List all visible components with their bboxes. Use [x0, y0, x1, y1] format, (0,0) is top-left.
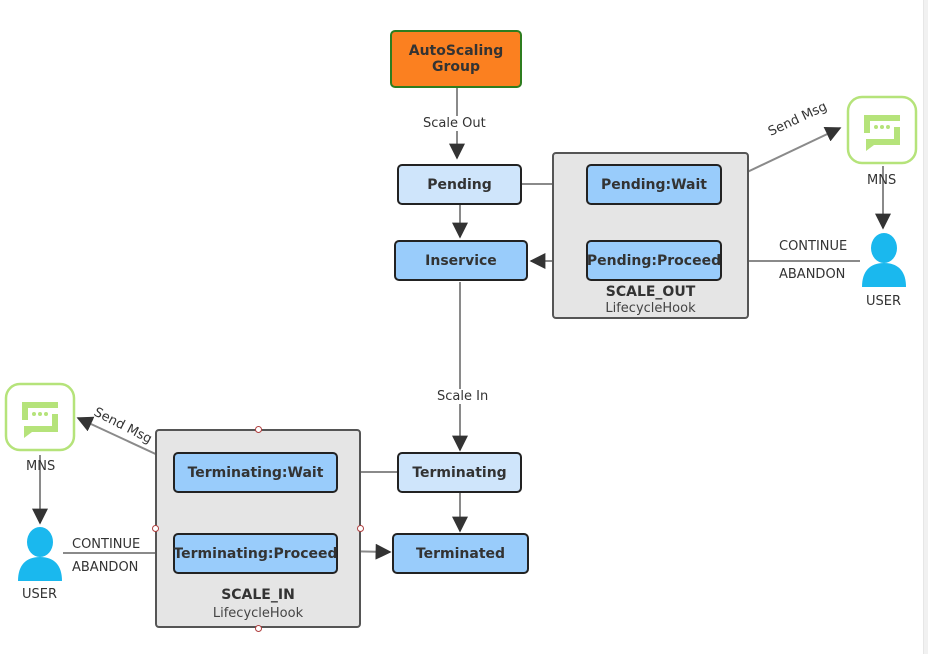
user-icon-left[interactable] — [16, 527, 64, 581]
resize-handle-bottom[interactable] — [255, 625, 262, 632]
mns-icon-left[interactable] — [4, 382, 76, 452]
mns-label-left: MNS — [26, 459, 56, 474]
scale-out-title: SCALE_OUT — [605, 284, 696, 300]
pending-wait-node[interactable]: Pending:Wait — [586, 164, 722, 205]
pending-node[interactable]: Pending — [397, 164, 522, 205]
mns-label-right: MNS — [867, 173, 897, 188]
scale-out-subtitle: LifecycleHook — [605, 301, 696, 316]
resize-handle-right[interactable] — [357, 525, 364, 532]
scale-in-subtitle: LifecycleHook — [212, 606, 304, 621]
autoscaling-group-node[interactable]: AutoScaling Group — [390, 30, 522, 88]
continue-label-left: CONTINUE — [72, 537, 141, 552]
abandon-label-left: ABANDON — [72, 560, 139, 575]
scale-out-label: Scale Out — [423, 116, 486, 131]
resize-handle-left[interactable] — [152, 525, 159, 532]
scale-in-title: SCALE_IN — [221, 587, 295, 603]
user-label-left: USER — [22, 587, 58, 602]
resize-handle-top[interactable] — [255, 426, 262, 433]
inservice-node[interactable]: Inservice — [394, 240, 528, 281]
scale-in-label: Scale In — [437, 389, 489, 404]
terminating-node[interactable]: Terminating — [397, 452, 522, 493]
terminated-node[interactable]: Terminated — [392, 533, 529, 574]
abandon-label-right: ABANDON — [779, 267, 846, 282]
user-label-right: USER — [866, 294, 902, 309]
user-icon-right[interactable] — [860, 233, 908, 287]
continue-label-right: CONTINUE — [779, 239, 848, 254]
autoscaling-group-line2: Group — [431, 59, 480, 75]
mns-icon-right[interactable] — [846, 95, 918, 165]
autoscaling-group-line1: AutoScaling — [408, 43, 504, 59]
terminating-wait-node[interactable]: Terminating:Wait — [173, 452, 338, 493]
pending-proceed-node[interactable]: Pending:Proceed — [586, 240, 722, 281]
terminating-proceed-node[interactable]: Terminating:Proceed — [173, 533, 338, 574]
